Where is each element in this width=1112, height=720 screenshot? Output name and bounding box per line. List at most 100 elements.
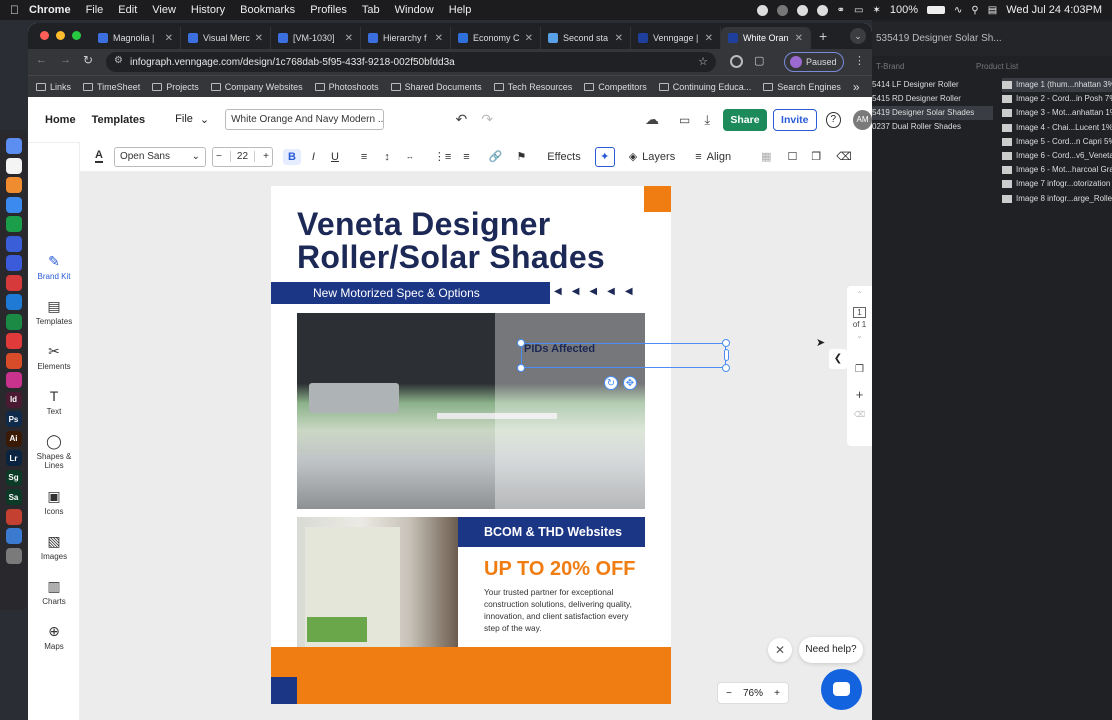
browser-tab[interactable]: Hierarchy f ✕ — [361, 27, 451, 49]
list-item[interactable]: Image 6 - Mot...harcoal Gra — [1002, 163, 1112, 177]
close-tab-icon[interactable]: ✕ — [525, 33, 533, 44]
address-bar[interactable]: ⚙ infograph.venngage.com/design/1c768dab… — [106, 52, 716, 72]
back-icon[interactable]: ← — [36, 54, 47, 66]
browser-tab[interactable]: Venngage | ✕ — [631, 27, 721, 49]
underline-button[interactable]: U — [331, 151, 339, 163]
sidebar-item-text[interactable]: T Text — [28, 388, 80, 416]
forward-icon[interactable]: → — [60, 54, 71, 66]
list-item[interactable]: 5415 RD Designer Roller — [868, 92, 993, 106]
tag-icon[interactable]: ⚑ — [516, 150, 526, 163]
share-button[interactable]: Share — [723, 108, 767, 131]
body-text[interactable]: Your trusted partner for exceptional con… — [484, 586, 644, 634]
bookmark-item[interactable]: Tech Resources — [493, 82, 572, 92]
headphones-icon[interactable]: ⚭ — [837, 5, 845, 16]
list-item[interactable]: Image 8 infogr...arge_Rolle — [1002, 192, 1112, 206]
nav-home[interactable]: Home — [45, 114, 76, 126]
bluetooth-icon[interactable]: ✶ — [873, 5, 881, 16]
menu-edit[interactable]: Edit — [118, 4, 137, 16]
display-icon[interactable]: ▭ — [854, 5, 863, 16]
effects-button[interactable]: Effects — [547, 151, 580, 163]
dock-app-icon[interactable] — [5, 372, 22, 388]
resize-handle[interactable] — [517, 364, 525, 372]
dock-app-icon[interactable] — [5, 235, 22, 252]
sidebar-item-elements[interactable]: ✂ Elements — [28, 343, 80, 372]
browser-tab[interactable]: [VM-1030] ✕ — [271, 27, 361, 49]
align-left-icon[interactable]: ≡ — [361, 151, 367, 163]
list-item[interactable]: Image 1 (thum...nhattan 3% — [1002, 78, 1112, 93]
bookmark-item[interactable]: Links — [36, 82, 71, 92]
status-icon[interactable] — [776, 4, 788, 16]
zoom-level[interactable]: 76% — [743, 688, 763, 699]
dock-app-icon[interactable]: Id — [5, 391, 22, 408]
dock-app-icon[interactable] — [5, 508, 22, 525]
close-tab-icon[interactable]: ✕ — [615, 33, 623, 44]
list-item[interactable]: Image 2 - Cord...in Posh 7% — [1002, 92, 1112, 106]
bookmark-item[interactable]: Competitors — [584, 82, 647, 92]
dock-app-icon[interactable] — [5, 352, 22, 369]
orange-accent-square[interactable] — [644, 186, 671, 212]
lock-icon[interactable]: ☐ — [788, 150, 798, 163]
link-icon[interactable]: 🔗 — [489, 150, 503, 163]
dock-app-icon[interactable] — [5, 333, 22, 349]
browser-tab[interactable]: Magnolia | ✕ — [91, 27, 181, 49]
bullet-list-icon[interactable]: ⋮≡ — [434, 150, 451, 163]
resize-handle[interactable] — [724, 349, 729, 361]
list-item[interactable]: Image 4 - Chai...Lucent 1% — [1002, 121, 1112, 135]
dock-app-icon[interactable] — [5, 547, 22, 564]
apple-icon[interactable]:  — [10, 3, 19, 17]
zoom-window-button[interactable] — [72, 31, 81, 40]
help-icon[interactable]: ? — [825, 111, 841, 128]
list-item[interactable]: 5414 LF Designer Roller — [868, 78, 993, 92]
duplicate-icon[interactable]: ❐ — [811, 150, 821, 163]
close-window-button[interactable] — [40, 31, 49, 40]
crop-icon[interactable]: ▦ — [761, 150, 771, 163]
dock-app-icon[interactable] — [5, 294, 22, 310]
dock-app-icon[interactable] — [5, 157, 22, 174]
dock-app-icon[interactable] — [5, 196, 22, 213]
magic-icon[interactable]: ✦ — [594, 146, 615, 167]
new-tab-icon[interactable]: + — [811, 28, 827, 49]
profile-paused-button[interactable]: Paused — [784, 52, 844, 72]
sidebar-item-images[interactable]: ▧ Images — [28, 533, 80, 562]
list-item[interactable]: 5419 Designer Solar Shades — [868, 106, 993, 120]
list-item[interactable]: Image 6 - Cord...v6_Veneta — [1002, 149, 1112, 163]
font-family-select[interactable]: Open Sans ⌄ — [113, 146, 206, 167]
sidebar-item-templates[interactable]: ▤ Templates — [28, 298, 80, 327]
bookmark-item[interactable]: Photoshoots — [314, 82, 379, 92]
numbered-list-icon[interactable]: ≡ — [463, 151, 469, 163]
add-page-icon[interactable]: + — [856, 387, 864, 402]
font-size-value[interactable]: 22 — [229, 151, 256, 162]
resize-handle[interactable] — [722, 364, 730, 372]
wifi-icon[interactable]: ∿ — [954, 5, 962, 16]
menu-window[interactable]: Window — [395, 4, 434, 16]
dock-app-icon[interactable]: Ps — [5, 411, 22, 427]
more-menu-icon[interactable]: ⋮ — [854, 54, 865, 67]
sidebar-item-icons[interactable]: ▣ Icons — [28, 488, 80, 517]
browser-tab[interactable]: Visual Merc ✕ — [181, 27, 271, 49]
sidebar-item-charts[interactable]: ▥ Charts — [28, 578, 80, 607]
control-center-icon[interactable]: ▤ — [988, 5, 997, 16]
zoom-out-button[interactable]: − — [726, 688, 732, 699]
list-item[interactable]: 0237 Dual Roller Shades — [868, 120, 993, 134]
orange-footer-bar[interactable] — [297, 647, 671, 704]
list-item[interactable]: Image 5 - Cord...n Capri 5% — [1002, 135, 1112, 149]
dock-app-icon[interactable] — [5, 255, 22, 271]
duplicate-page-icon[interactable]: ❐ — [855, 364, 864, 375]
battery-icon[interactable] — [927, 6, 946, 14]
menu-view[interactable]: View — [152, 4, 176, 16]
layers-button[interactable]: Layers — [642, 151, 675, 163]
status-icon[interactable] — [816, 4, 828, 16]
text-color-icon[interactable]: A — [95, 150, 103, 163]
dock-app-icon[interactable]: Sg — [5, 469, 22, 486]
increase-size-button[interactable]: + — [263, 151, 269, 162]
chat-button[interactable] — [821, 669, 862, 710]
list-item[interactable]: Image 7 infogr...otorization — [1002, 177, 1112, 191]
menu-tab[interactable]: Tab — [362, 4, 380, 16]
dock-app-icon[interactable]: Lr — [5, 450, 22, 466]
close-tab-icon[interactable]: ✕ — [255, 33, 263, 44]
browser-tab[interactable]: Second sta ✕ — [541, 27, 631, 49]
navy-accent-bottom[interactable] — [271, 677, 297, 704]
minimize-window-button[interactable] — [56, 31, 65, 40]
menu-file[interactable]: File — [86, 4, 104, 16]
nav-templates[interactable]: Templates — [92, 114, 146, 126]
